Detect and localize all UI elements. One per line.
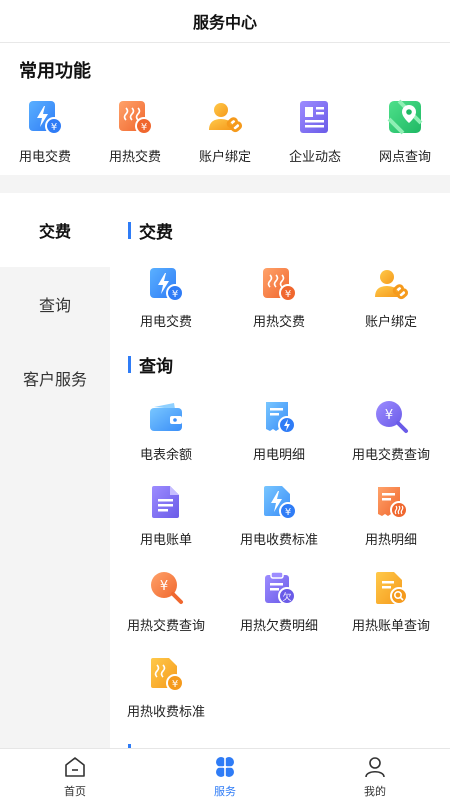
wallet-icon — [148, 399, 184, 435]
grid-item-label: 用电交费 — [139, 315, 192, 330]
page-header: 服务中心 — [0, 0, 450, 43]
section-title-text: 交费 — [139, 222, 173, 243]
account-bind-icon — [207, 99, 243, 135]
common-item-label: 用电交费 — [18, 150, 71, 165]
grid-item-heat-pay-query[interactable]: 用热交费查询 — [110, 570, 222, 640]
tab-label: 服务 — [214, 785, 236, 798]
common-functions-title: 常用功能 — [19, 61, 91, 82]
common-item-branch-query[interactable]: 网点查询 — [360, 99, 450, 169]
map-location-icon — [387, 99, 423, 135]
grid-item-label: 用电交费查询 — [351, 448, 430, 463]
grid-item-heat-pay[interactable]: 用热交费 — [223, 266, 335, 336]
service-content: 交费 用电交费 用热交费 账户绑定 查询 电表余额 用电明细 用电交费查询 用电… — [110, 193, 450, 748]
section-title-pay: 交费 — [128, 220, 173, 243]
grid-item-electric-standard[interactable]: 用电收费标准 — [223, 484, 335, 554]
common-item-label: 企业动态 — [288, 150, 341, 165]
grid-item-label: 用热明细 — [364, 533, 417, 548]
grid-item-heat-bill-query[interactable]: 用热账单查询 — [335, 570, 447, 640]
service-grid-icon — [215, 757, 235, 777]
grid-item-electric-pay-query[interactable]: 用电交费查询 — [335, 399, 447, 469]
common-item-company-news[interactable]: 企业动态 — [270, 99, 360, 169]
home-icon — [65, 757, 85, 777]
common-functions-row: 用电交费 用热交费 账户绑定 企业动态 网点查询 — [0, 99, 450, 169]
electric-pay-icon — [148, 266, 184, 302]
category-sidebar: 交费 查询 客户服务 — [0, 193, 110, 748]
grid-item-label: 用热欠费明细 — [239, 619, 318, 634]
grid-item-label: 用热交费查询 — [126, 619, 205, 634]
user-icon — [365, 757, 385, 778]
bill-search-icon — [373, 570, 409, 606]
common-item-electric-pay[interactable]: 用电交费 — [0, 99, 90, 169]
grid-item-label: 用热交费 — [252, 315, 305, 330]
grid-item-label: 用电明细 — [252, 448, 305, 463]
common-item-account-bind[interactable]: 账户绑定 — [180, 99, 270, 169]
electric-pay-icon — [27, 99, 63, 135]
grid-item-label: 用热收费标准 — [126, 705, 205, 720]
heat-pay-icon — [117, 99, 153, 135]
page-title: 服务中心 — [192, 13, 257, 32]
common-item-label: 用热交费 — [108, 150, 161, 165]
tab-home[interactable]: 首页 — [0, 749, 150, 800]
grid-item-meter-balance[interactable]: 电表余额 — [110, 399, 222, 469]
common-functions-panel: 常用功能 用电交费 用热交费 账户绑定 企业动态 网点查询 — [0, 43, 450, 175]
sidebar-item-pay[interactable]: 交费 — [0, 193, 110, 267]
tab-mine[interactable]: 我的 — [300, 749, 450, 800]
grid-item-heat-detail[interactable]: 用热明细 — [335, 484, 447, 554]
section-accent-bar — [128, 355, 131, 373]
grid-item-account-bind[interactable]: 账户绑定 — [335, 266, 447, 336]
grid-item-electric-bill[interactable]: 用电账单 — [110, 484, 222, 554]
account-bind-icon — [373, 266, 409, 302]
common-item-heat-pay[interactable]: 用热交费 — [90, 99, 180, 169]
grid-item-heat-standard[interactable]: 用热收费标准 — [110, 656, 222, 726]
tab-label: 我的 — [364, 785, 386, 798]
yuan-search-orange-icon — [148, 570, 184, 606]
section-title-query: 查询 — [128, 354, 173, 377]
heat-standard-icon — [148, 656, 184, 692]
tab-label: 首页 — [64, 785, 86, 798]
grid-item-label: 用电账单 — [139, 533, 192, 548]
electric-detail-icon — [261, 399, 297, 435]
section-title-text: 查询 — [139, 356, 173, 377]
section-accent-bar — [128, 221, 131, 239]
arrears-clipboard-icon — [261, 570, 297, 606]
heat-detail-icon — [373, 484, 409, 520]
grid-item-heat-arrears[interactable]: 用热欠费明细 — [223, 570, 335, 640]
section-divider — [0, 175, 450, 193]
sidebar-item-customer-service[interactable]: 客户服务 — [0, 341, 110, 415]
bottom-tab-bar: 首页 服务 我的 — [0, 748, 450, 800]
company-news-icon — [297, 99, 333, 135]
grid-item-electric-pay[interactable]: 用电交费 — [110, 266, 222, 336]
tab-service[interactable]: 服务 — [150, 749, 300, 800]
common-item-label: 网点查询 — [378, 150, 431, 165]
grid-item-label: 账户绑定 — [364, 315, 417, 330]
grid-item-label: 用热账单查询 — [351, 619, 430, 634]
electric-standard-icon — [261, 484, 297, 520]
grid-item-label: 电表余额 — [139, 448, 192, 463]
sidebar-item-query[interactable]: 查询 — [0, 267, 110, 341]
grid-item-label: 用电收费标准 — [239, 533, 318, 548]
document-icon — [148, 484, 184, 520]
common-item-label: 账户绑定 — [198, 150, 251, 165]
heat-pay-icon — [261, 266, 297, 302]
grid-item-electric-detail[interactable]: 用电明细 — [223, 399, 335, 469]
yuan-search-icon — [373, 399, 409, 435]
